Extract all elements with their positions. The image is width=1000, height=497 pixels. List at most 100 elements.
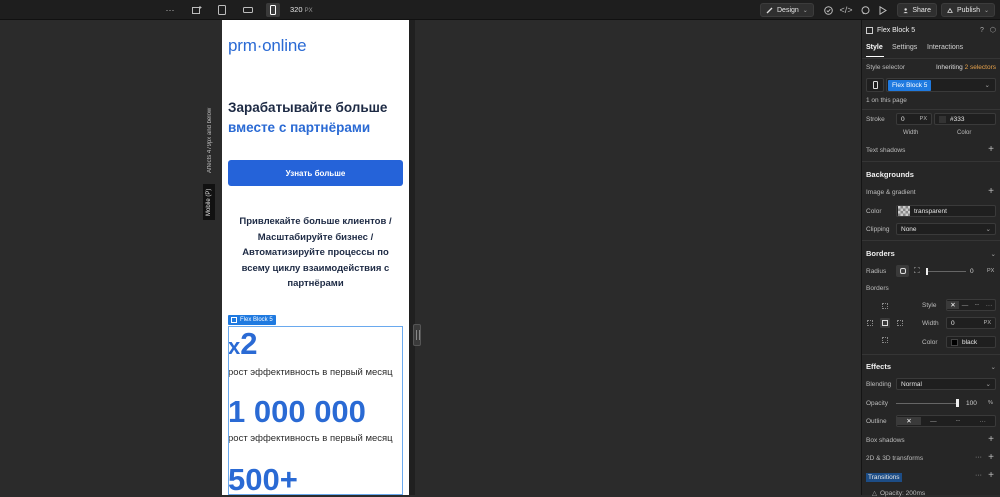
radius-slider-track[interactable] xyxy=(926,271,966,272)
add-box-shadow-icon[interactable]: + xyxy=(988,434,994,445)
backgrounds-section-title: Backgrounds xyxy=(866,170,914,179)
stroke-color-value: #333 xyxy=(950,115,965,123)
radius-slider-thumb[interactable] xyxy=(926,268,928,275)
opacity-slider-track[interactable] xyxy=(896,403,958,404)
box-shadows-label: Box shadows xyxy=(866,437,905,444)
publish-button[interactable]: Publish ⌄ xyxy=(941,3,995,17)
text-shadows-row: Text shadows xyxy=(866,147,996,154)
comment-icon[interactable] xyxy=(858,3,872,17)
preview-play-icon[interactable] xyxy=(876,3,890,17)
transition-item-label: Opacity: 200ms xyxy=(880,489,926,497)
inheriting-count-link[interactable]: 2 selectors xyxy=(965,64,996,71)
mode-label: Design xyxy=(777,6,799,14)
border-top-icon[interactable] xyxy=(882,303,888,309)
radius-value[interactable]: 0 xyxy=(970,268,974,275)
mobile-icon xyxy=(872,81,878,89)
tab-settings[interactable]: Settings xyxy=(892,44,917,51)
radius-label: Radius xyxy=(866,268,887,275)
borders-header[interactable]: Borders ⌄ xyxy=(866,249,996,258)
dotted-line-icon[interactable]: ··· xyxy=(983,302,995,309)
chevron-down-icon: ⌄ xyxy=(984,82,990,89)
more-icon[interactable]: ··· xyxy=(975,454,982,461)
border-left-icon[interactable] xyxy=(867,320,873,326)
add-transform-icon[interactable]: + xyxy=(988,452,994,463)
borders-label-row: Borders xyxy=(866,285,996,292)
solid-line-icon[interactable]: — xyxy=(959,302,971,309)
help-icon[interactable]: ? xyxy=(980,27,984,34)
divider xyxy=(862,240,1000,241)
outline-style-group[interactable]: ✕ — ┄ ··· xyxy=(896,415,996,427)
add-breakpoint-icon[interactable] xyxy=(190,3,204,17)
add-text-shadow-icon[interactable]: + xyxy=(988,144,994,155)
brush-icon xyxy=(766,7,773,13)
mode-dropdown[interactable]: Design ⌄ xyxy=(760,3,814,17)
border-bottom-icon[interactable] xyxy=(882,337,888,343)
divider xyxy=(862,58,1000,59)
solid-line-icon[interactable]: — xyxy=(921,418,946,425)
radius-individual-icon[interactable]: ⛶ xyxy=(914,266,920,276)
opacity-value[interactable]: 100 xyxy=(966,400,977,407)
selected-element-label[interactable]: Flex Block 5 xyxy=(228,315,276,325)
dotted-line-icon[interactable]: ··· xyxy=(970,418,995,425)
resize-handle[interactable] xyxy=(413,324,421,346)
element-square-icon xyxy=(231,317,237,323)
add-transition-icon[interactable]: + xyxy=(988,470,994,481)
color-caption: Color xyxy=(957,130,972,136)
bg-color-input[interactable]: transparent xyxy=(896,205,996,217)
opacity-slider-thumb[interactable] xyxy=(956,399,959,407)
code-icon[interactable]: </> xyxy=(839,3,853,17)
check-circle-icon[interactable] xyxy=(821,3,835,17)
selected-element-outline[interactable] xyxy=(228,326,403,495)
add-background-icon[interactable]: + xyxy=(988,186,994,197)
transition-item[interactable]: △ Opacity: 200ms xyxy=(872,489,996,497)
triangle-icon: △ xyxy=(872,490,877,497)
border-right-icon[interactable] xyxy=(897,320,903,326)
color-swatch xyxy=(951,338,958,346)
mobile-landscape-icon[interactable] xyxy=(241,3,255,17)
stroke-width-input[interactable]: 0 PX xyxy=(896,113,932,125)
chevron-down-icon: ⌄ xyxy=(802,7,808,14)
bg-color-label: Color xyxy=(866,208,882,215)
width-caption: Width xyxy=(903,130,919,136)
learn-more-button[interactable]: Узнать больше xyxy=(228,160,403,186)
border-width-input[interactable]: 0 PX xyxy=(946,317,996,329)
selector-field[interactable]: Flex Block 5 ⌄ xyxy=(886,78,996,92)
border-style-group[interactable]: ✕ — ┄ ··· xyxy=(946,299,996,311)
border-width-label: Width xyxy=(922,320,939,327)
tablet-icon[interactable] xyxy=(215,3,229,17)
effects-header[interactable]: Effects ⌄ xyxy=(866,362,996,371)
share-button[interactable]: Share xyxy=(897,3,937,17)
none-x-icon[interactable]: ✕ xyxy=(897,417,921,425)
backgrounds-header[interactable]: Backgrounds xyxy=(866,170,996,179)
border-all-icon[interactable] xyxy=(880,318,890,328)
breakpoint-width: 320 PX xyxy=(290,5,313,14)
image-gradient-row: Image & gradient xyxy=(866,189,996,196)
borders-label: Borders xyxy=(866,285,889,292)
rounded-square-icon xyxy=(899,268,906,274)
effects-section-title: Effects xyxy=(866,362,892,371)
selector-chip[interactable]: Flex Block 5 xyxy=(888,79,932,91)
dashed-line-icon[interactable]: ┄ xyxy=(946,417,971,425)
border-color-input[interactable]: black xyxy=(946,336,996,348)
style-selector-label: Style selector xyxy=(866,64,906,71)
color-swatch xyxy=(939,115,946,123)
stroke-color-input[interactable]: #333 xyxy=(934,113,996,125)
inheriting-text: Inheriting 2 selectors xyxy=(936,64,996,71)
canvas-area xyxy=(0,20,861,495)
dashed-line-icon[interactable]: ┄ xyxy=(971,301,983,309)
more-icon[interactable]: ··· xyxy=(975,472,982,479)
rocket-icon xyxy=(947,7,953,13)
image-gradient-label: Image & gradient xyxy=(866,189,916,196)
canvas-gutter xyxy=(409,20,415,495)
tab-style[interactable]: Style xyxy=(866,44,883,51)
mobile-portrait-icon[interactable] xyxy=(266,3,280,17)
clipping-select[interactable]: None ⌄ xyxy=(896,223,996,235)
more-icon[interactable]: ··· xyxy=(163,3,177,17)
device-selector-button[interactable] xyxy=(866,78,884,92)
tab-interactions[interactable]: Interactions xyxy=(927,44,963,51)
none-x-icon[interactable]: ✕ xyxy=(947,301,959,309)
blending-select[interactable]: Normal ⌄ xyxy=(896,378,996,390)
site-logo[interactable]: prm·online xyxy=(228,36,307,56)
radius-all-toggle[interactable] xyxy=(896,265,909,277)
cube-icon[interactable]: ⬡ xyxy=(990,26,996,34)
